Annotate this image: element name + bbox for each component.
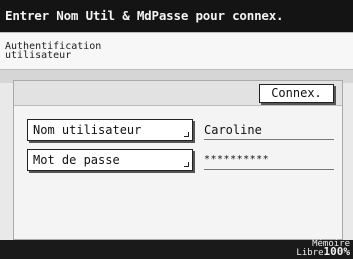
username-button-label: Nom utilisateur bbox=[33, 123, 142, 137]
memory-value: 100% bbox=[323, 245, 351, 258]
auth-subheader-label: Authentification utilisateur bbox=[5, 41, 102, 61]
auth-screen: Entrer Nom Util & MdPasse pour connex. A… bbox=[0, 0, 353, 259]
screen-title: Entrer Nom Util & MdPasse pour connex. bbox=[0, 0, 353, 32]
password-value: ********** bbox=[204, 151, 334, 170]
status-bar: Mémoire Libre100% bbox=[0, 240, 353, 259]
password-button-label: Mot de passe bbox=[33, 153, 120, 167]
corner-indicator-icon bbox=[184, 132, 189, 137]
auth-subheader: Authentification utilisateur bbox=[0, 32, 353, 70]
username-button[interactable]: Nom utilisateur bbox=[27, 119, 193, 141]
password-button[interactable]: Mot de passe bbox=[27, 149, 193, 171]
username-value: Caroline bbox=[204, 121, 334, 140]
corner-indicator-icon bbox=[184, 162, 189, 167]
login-panel: Connex. Nom utilisateur Caroline Mot de … bbox=[13, 80, 343, 240]
connect-button[interactable]: Connex. bbox=[259, 84, 334, 103]
memory-indicator: Mémoire Libre100% bbox=[290, 240, 350, 259]
